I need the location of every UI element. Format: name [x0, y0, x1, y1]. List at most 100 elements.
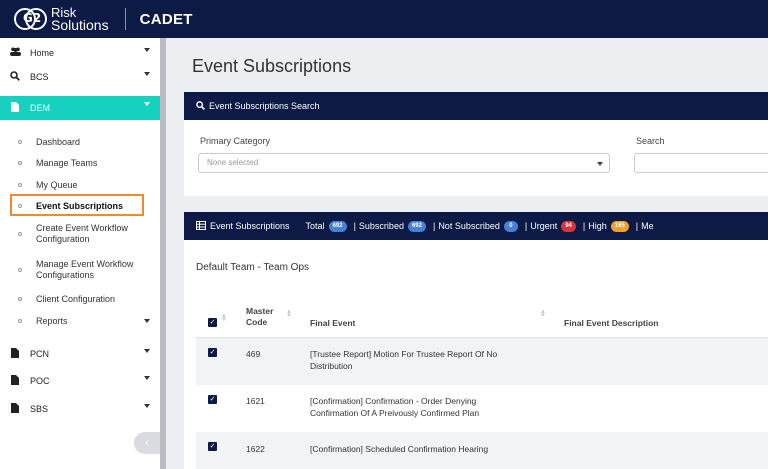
bullet-icon: [18, 183, 22, 187]
column-final-event-description[interactable]: Final Event Description: [564, 318, 658, 329]
sidebar-item-label: DEM: [30, 103, 50, 113]
sidebar-item-label: POC: [30, 376, 50, 386]
row-checkbox[interactable]: ✓: [208, 395, 217, 404]
high-badge: 165: [610, 220, 629, 232]
search-label: Search: [636, 136, 665, 146]
search-icon: [196, 100, 205, 112]
active-item-highlight: [10, 194, 144, 216]
sidebar-subitem-dashboard[interactable]: Dashboard: [0, 136, 160, 148]
column-master-code[interactable]: Master Code: [246, 306, 273, 328]
bullet-icon: [18, 319, 22, 323]
company-logo[interactable]: G2 Risk Solutions: [14, 6, 109, 32]
stat-divider: |: [582, 221, 586, 231]
sidebar-item-poc[interactable]: POC: [0, 370, 160, 392]
chevron-down-icon: [597, 162, 603, 166]
subscriptions-panel-title: Event Subscriptions: [210, 221, 290, 231]
file-icon: [10, 402, 20, 416]
logo-mark-icon: G2: [14, 6, 48, 32]
row-final-event: [Confirmation] Scheduled Confirmation He…: [310, 444, 489, 454]
chevron-down-icon: [144, 72, 150, 76]
stat-divider: |: [635, 221, 639, 231]
primary-category-value: None selected: [207, 158, 259, 167]
sidebar-item-home[interactable]: Home: [0, 42, 160, 64]
sort-icon[interactable]: ▲ ▼: [286, 309, 292, 319]
logo-mark-text: G2: [23, 11, 42, 25]
sidebar-item-bcs[interactable]: BCS: [0, 66, 160, 88]
sidebar-item-label: BCS: [30, 72, 49, 82]
sidebar-subitem-label: Manage Teams: [36, 157, 98, 168]
sort-icon[interactable]: ▲ ▼: [221, 313, 227, 323]
table-row[interactable]: ✓ 1621 [Confirmation] Confirmation - Ord…: [196, 385, 768, 432]
search-input[interactable]: [634, 153, 768, 173]
row-checkbox[interactable]: ✓: [208, 348, 217, 357]
file-icon: [10, 101, 20, 115]
bullet-icon: [18, 140, 22, 144]
sidebar-item-label: SBS: [30, 404, 49, 414]
chevron-down-icon: [144, 349, 150, 353]
search-icon: [10, 70, 20, 84]
chevron-down-icon: [144, 404, 150, 408]
file-icon: [10, 374, 20, 388]
urgent-badge: 94: [561, 220, 576, 232]
sort-icon[interactable]: ▲ ▼: [540, 309, 546, 319]
sidebar-subitem-label: Reports: [36, 315, 68, 326]
table-icon: [196, 220, 206, 232]
sidebar-subitem-manage-workflows[interactable]: Manage Event Workflow Configurations: [0, 258, 150, 282]
search-panel-header: Event Subscriptions Search: [184, 92, 768, 120]
sidebar-item-sbs[interactable]: SBS: [0, 398, 160, 420]
sidebar-subitem-manage-teams[interactable]: Manage Teams: [0, 157, 160, 169]
sidebar-subitem-reports[interactable]: Reports: [0, 315, 160, 327]
sidebar: Home BCS DEM Dashboard Manage Teams My Q…: [0, 38, 160, 469]
row-checkbox[interactable]: ✓: [208, 442, 217, 451]
not-subscribed-label: Not Subscribed: [438, 221, 500, 231]
primary-category-label: Primary Category: [200, 136, 271, 146]
row-master-code: 1621: [246, 396, 265, 406]
logo-line-2: Solutions: [51, 17, 109, 33]
select-all-checkbox[interactable]: ✓: [208, 318, 217, 327]
sidebar-item-label: Home: [30, 48, 55, 58]
stat-divider: |: [353, 221, 356, 231]
sidebar-item-pcn[interactable]: PCN: [0, 343, 160, 365]
bullet-icon: [18, 161, 22, 165]
search-panel-title: Event Subscriptions Search: [209, 101, 320, 111]
total-label: Total: [305, 221, 325, 231]
page-title: Event Subscriptions: [192, 56, 352, 76]
row-master-code: 469: [246, 349, 261, 359]
high-label: High: [588, 221, 607, 231]
row-final-event: [Confirmation] Confirmation - Order Deny…: [310, 396, 480, 418]
stat-divider: |: [524, 221, 528, 231]
chevron-down-icon: [144, 319, 150, 323]
subscribed-badge: 692: [407, 220, 426, 232]
sidebar-collapse-button[interactable]: ‹: [134, 432, 160, 454]
subscriptions-panel: Event Subscriptions Total 692 | Subscrib…: [184, 212, 768, 469]
stat-divider: |: [432, 221, 436, 231]
sidebar-subitem-client-configuration[interactable]: Client Configuration: [0, 293, 160, 305]
table-row[interactable]: ✓ 469 [Trustee Report] Motion For Truste…: [196, 338, 768, 385]
bullet-icon: [18, 268, 22, 272]
primary-category-select[interactable]: None selected: [198, 153, 610, 173]
sidebar-subitem-label: Manage Event Workflow Configurations: [36, 259, 134, 280]
sidebar-item-dem[interactable]: DEM: [0, 96, 160, 120]
file-icon: [10, 347, 20, 361]
sidebar-subitem-label: Client Configuration: [36, 293, 116, 304]
sidebar-scrollbar[interactable]: [160, 38, 166, 469]
medium-label: Me: [641, 221, 654, 231]
subscribed-label: Subscribed: [358, 221, 404, 231]
total-badge: 692: [328, 220, 347, 232]
sidebar-subitem-my-queue[interactable]: My Queue: [0, 179, 160, 191]
row-final-event: [Trustee Report] Motion For Trustee Repo…: [310, 349, 498, 371]
table-row[interactable]: ✓ 1622 [Confirmation] Scheduled Confirma…: [196, 432, 768, 469]
column-final-event[interactable]: Final Event: [310, 318, 355, 329]
top-bar: G2 Risk Solutions CADET: [0, 0, 768, 38]
logo-text: Risk Solutions: [51, 6, 109, 32]
chevron-left-icon: ‹: [145, 437, 149, 449]
bullet-icon: [18, 297, 22, 301]
sidebar-subitem-label: My Queue: [36, 179, 78, 190]
chevron-down-icon: [144, 376, 150, 380]
row-master-code: 1622: [246, 444, 265, 454]
sidebar-subitem-label: Dashboard: [36, 136, 81, 147]
bullet-icon: [18, 232, 22, 236]
sidebar-subitem-label: Create Event Workflow Configuration: [36, 223, 128, 244]
sidebar-subitem-create-workflow[interactable]: Create Event Workflow Configuration: [0, 222, 140, 246]
urgent-label: Urgent: [530, 221, 558, 231]
